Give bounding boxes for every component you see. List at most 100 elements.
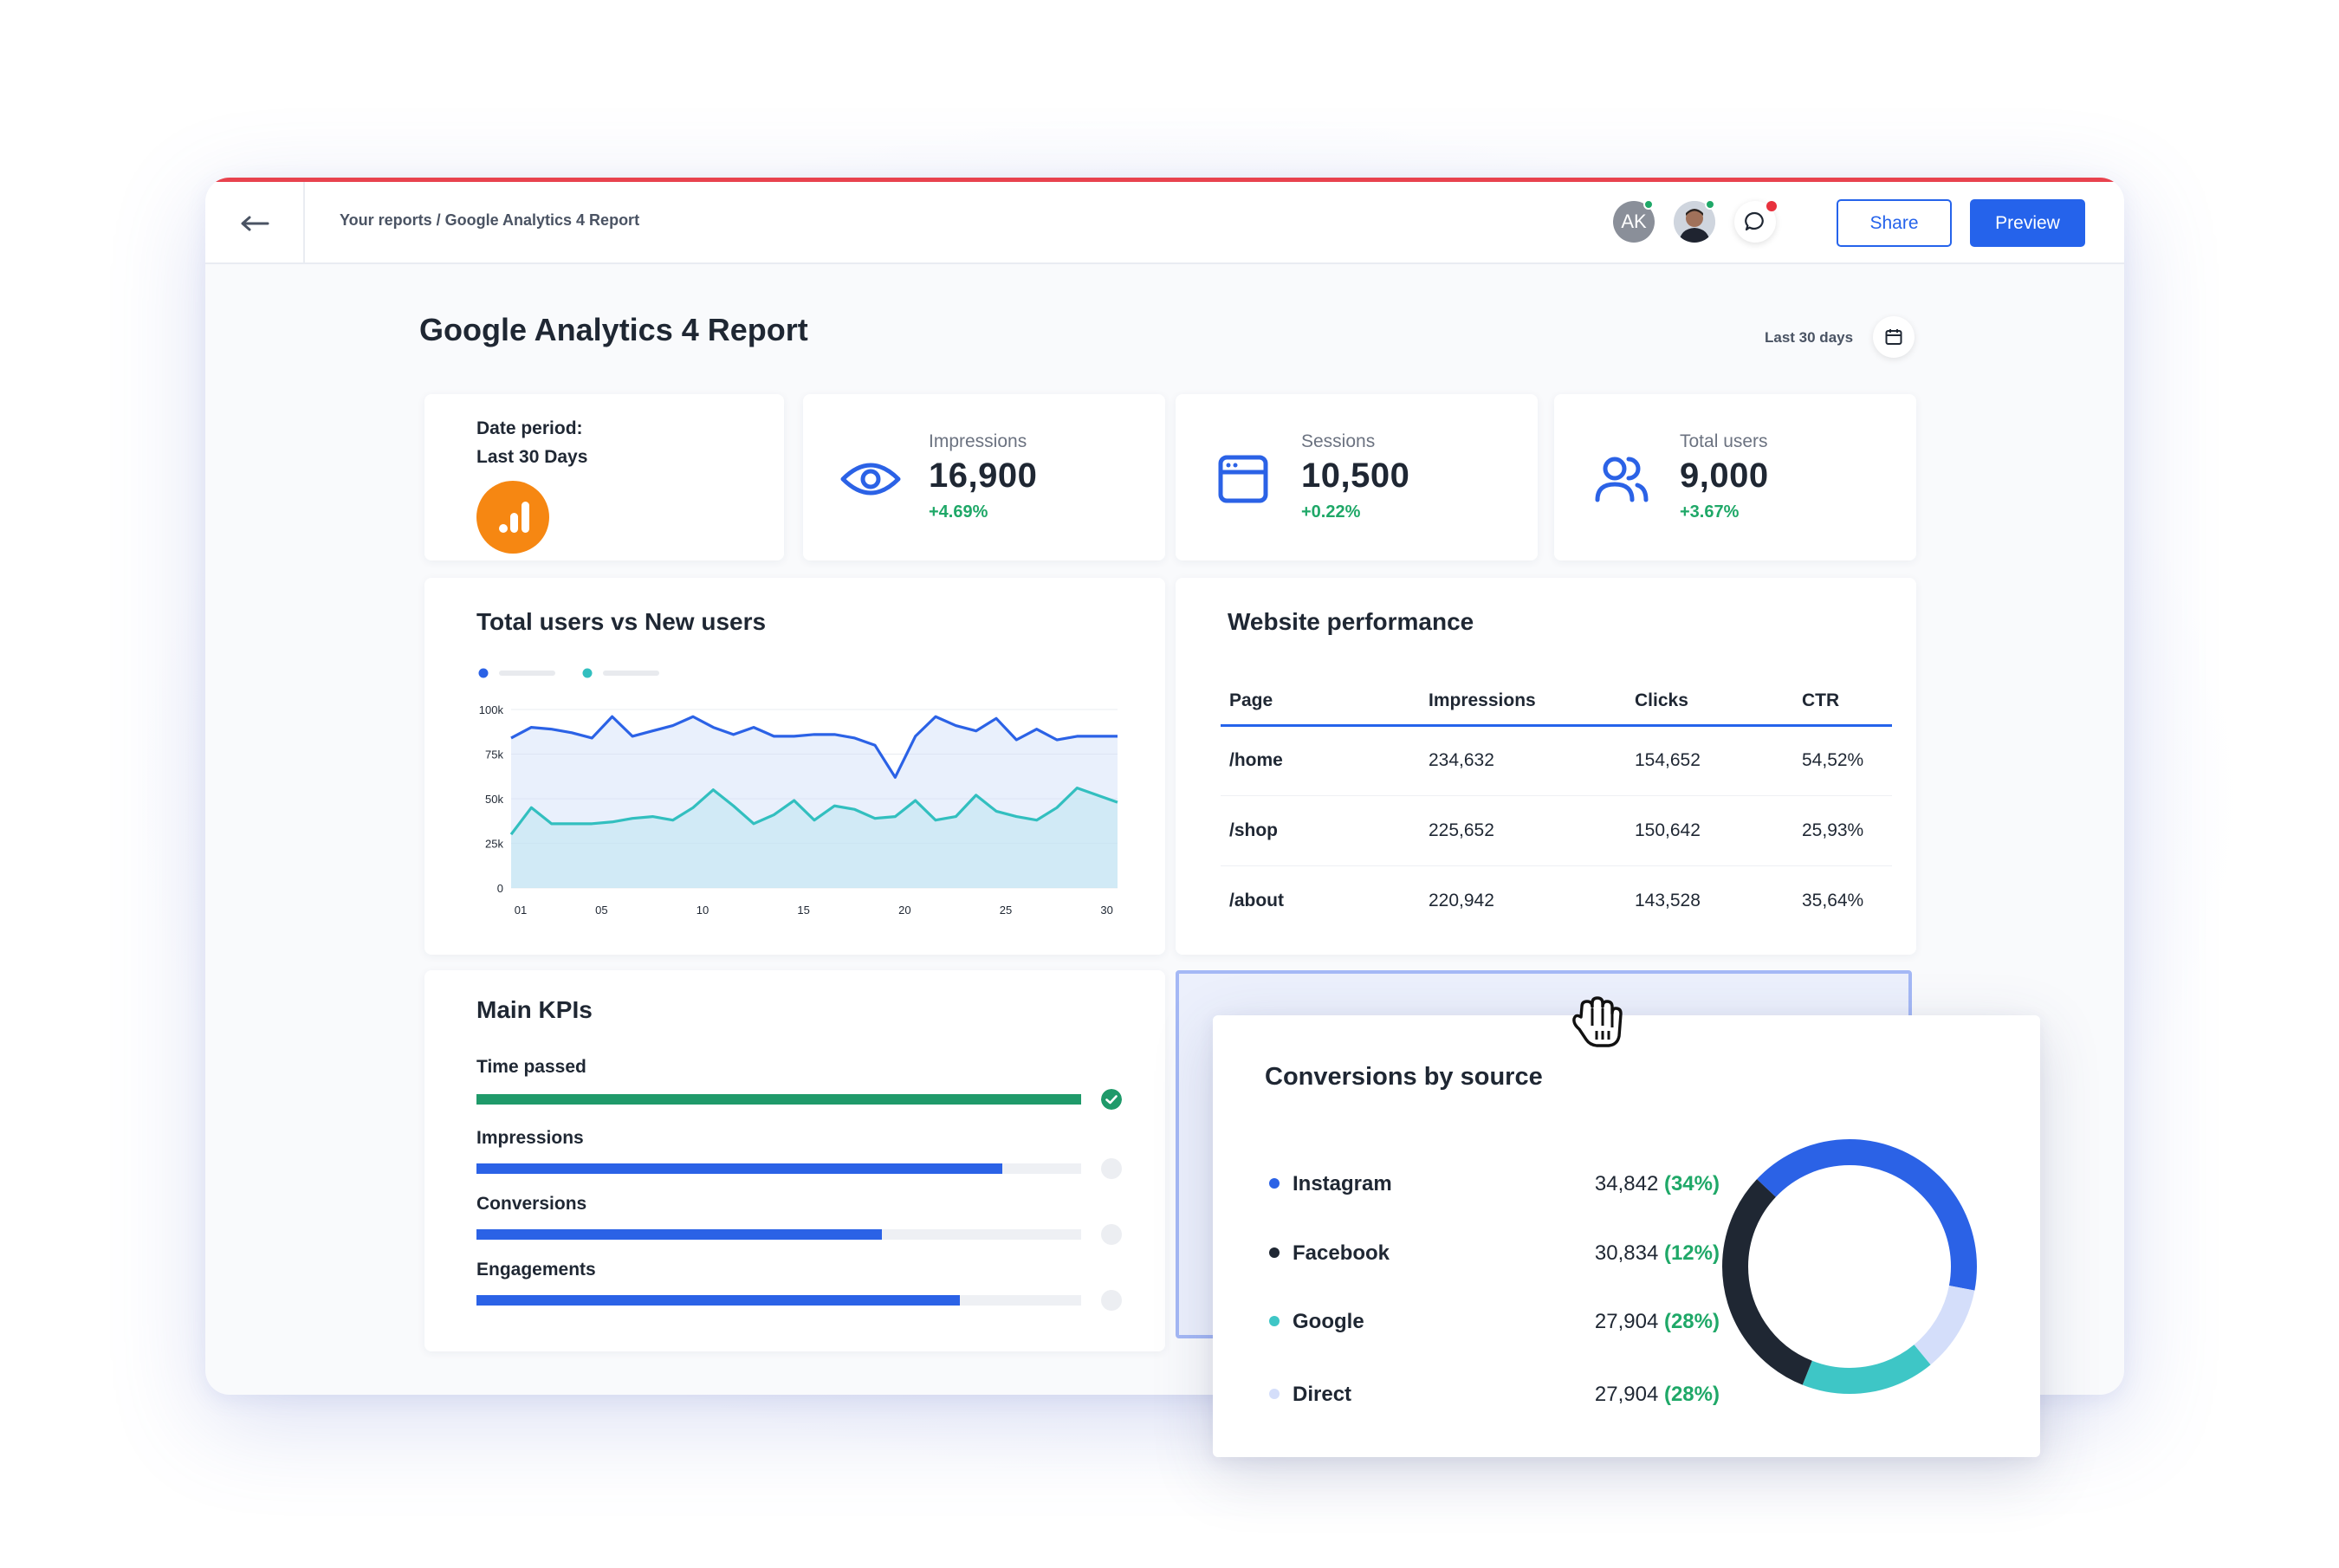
date-period-value: Last 30 Days [476, 447, 588, 467]
kpi-progress-fill [476, 1094, 1081, 1105]
table-cell: 143,528 [1626, 865, 1793, 936]
online-indicator [1705, 199, 1715, 210]
x-tick-label: 10 [697, 904, 709, 917]
legend-dot [1269, 1247, 1280, 1258]
stat-value: 16,900 [929, 457, 1038, 495]
legend-value: 34,842 (34%) [1595, 1172, 1720, 1196]
stat-change: +0.22% [1301, 502, 1361, 522]
kpi-progress-fill [476, 1163, 1003, 1174]
legend-name: Facebook [1293, 1241, 1390, 1265]
preview-button[interactable]: Preview [1970, 199, 2085, 247]
legend-name: Google [1293, 1310, 1364, 1333]
table-row[interactable]: /home 234,632 154,652 54,52% [1221, 725, 1892, 795]
table-cell: 35,64% [1793, 865, 1892, 936]
column-header[interactable]: CTR [1793, 677, 1892, 725]
legend-dot [1269, 1178, 1280, 1189]
y-tick-label: 50k [485, 793, 503, 806]
legend-item-google: Google 27,904 (28%) [1269, 1306, 1720, 1336]
value-number: 27,904 [1594, 1310, 1659, 1333]
chat-bubble-icon [1745, 211, 1764, 231]
legend-value: 30,834 (12%) [1595, 1241, 1720, 1266]
legend-label-placeholder [603, 671, 659, 676]
breadcrumb[interactable]: Your reports / Google Analytics 4 Report [340, 211, 639, 230]
legend-name: Direct [1293, 1383, 1352, 1406]
legend-item-facebook: Facebook 30,834 (12%) [1269, 1238, 1720, 1267]
top-bar: Your reports / Google Analytics 4 Report… [205, 182, 2124, 264]
legend-marker [478, 668, 489, 678]
kpi-label: Impressions [476, 1128, 584, 1148]
kpi-progress-track [476, 1295, 1081, 1306]
table-cell: 220,942 [1420, 865, 1626, 936]
main-kpis-title: Main KPIs [476, 996, 593, 1023]
x-tick-label: 01 [515, 904, 527, 917]
x-tick-label: 30 [1100, 904, 1112, 917]
table-cell: 234,632 [1429, 750, 1494, 770]
legend-marker [582, 668, 593, 678]
conversions-by-source-card[interactable]: Conversions by source Instagram 34,842 (… [1213, 1015, 2040, 1457]
pending-status-icon [1101, 1290, 1122, 1311]
stat-label: Sessions [1301, 431, 1376, 451]
users-icon [1595, 457, 1649, 502]
stat-change: +3.67% [1680, 502, 1740, 522]
arrow-left-icon [241, 216, 269, 230]
date-period-card[interactable]: Date period: Last 30 Days [424, 394, 784, 560]
table-cell: 25,93% [1793, 794, 1892, 865]
website-performance-card[interactable]: Website performance Page Impressions Cli… [1176, 578, 1916, 955]
value-number: 34,842 [1594, 1172, 1659, 1195]
table-cell: 150,642 [1626, 794, 1793, 865]
kpi-label: Engagements [476, 1260, 596, 1280]
impressions-card[interactable]: Impressions 16,900 +4.69% [803, 394, 1165, 560]
conversions-title: Conversions by source [1265, 1063, 1543, 1091]
column-header[interactable]: Page [1221, 677, 1420, 725]
back-button[interactable] [205, 182, 305, 264]
value-percent: (28%) [1663, 1310, 1720, 1333]
kpi-label: Conversions [476, 1194, 587, 1214]
legend-dot [1269, 1389, 1280, 1399]
legend-value: 27,904 (28%) [1595, 1383, 1720, 1407]
stat-value: 9,000 [1680, 457, 1769, 495]
sessions-card[interactable]: Sessions 10,500 +0.22% [1176, 394, 1538, 560]
table-header-row: Page Impressions Clicks CTR [1221, 677, 1892, 725]
total-users-card[interactable]: Total users 9,000 +3.67% [1554, 394, 1916, 560]
table-cell: /about [1221, 865, 1420, 936]
column-header[interactable]: Impressions [1420, 677, 1626, 725]
users-chart-card[interactable]: Total users vs New users 0 25k 50k 75k 100k 0… [424, 578, 1165, 955]
kpi-progress-track [476, 1094, 1081, 1105]
x-tick-label: 20 [898, 904, 910, 917]
x-tick-label: 05 [595, 904, 607, 917]
stat-label: Total users [1680, 431, 1768, 451]
table-cell: 154,652 [1635, 750, 1701, 770]
stat-value: 10,500 [1301, 457, 1410, 495]
page-title: Google Analytics 4 Report [419, 312, 808, 347]
y-tick-label: 25k [485, 838, 503, 851]
y-tick-label: 0 [497, 882, 503, 895]
table-row[interactable]: /about 220,942 143,528 35,64% [1221, 865, 1892, 936]
value-number: 27,904 [1594, 1383, 1659, 1406]
legend-item-instagram: Instagram 34,842 (34%) [1269, 1169, 1720, 1198]
value-percent: (34%) [1663, 1172, 1720, 1195]
main-kpis-card[interactable]: Main KPIs Time passed Impressions Conver… [424, 970, 1165, 1351]
share-button[interactable]: Share [1837, 199, 1952, 247]
date-picker-button[interactable] [1873, 316, 1915, 358]
legend-dot [1269, 1316, 1280, 1326]
stat-label: Impressions [929, 431, 1027, 451]
column-header[interactable]: Clicks [1626, 677, 1793, 725]
kpi-progress-track [476, 1163, 1081, 1174]
kpi-label: Time passed [476, 1057, 586, 1077]
date-period-title: Date period: [476, 418, 583, 438]
website-performance-title: Website performance [1228, 608, 1474, 635]
browser-window-icon [1218, 455, 1268, 503]
grab-cursor-icon [1572, 996, 1623, 1047]
users-line-chart: 0 25k 50k 75k 100k 01 05 10 15 20 25 30 [478, 668, 1118, 917]
table-cell: 225,652 [1420, 794, 1626, 865]
calendar-icon [1885, 329, 1902, 345]
table-cell: /shop [1221, 794, 1420, 865]
table-row[interactable]: /shop 225,652 150,642 25,93% [1221, 794, 1892, 865]
date-range-label[interactable]: Last 30 days [1765, 329, 1853, 347]
legend-label-placeholder [499, 671, 555, 676]
y-tick-label: 75k [485, 748, 503, 761]
notification-dot [1766, 201, 1777, 211]
stat-change: +4.69% [929, 502, 988, 522]
kpi-progress-track [476, 1229, 1081, 1240]
date-period-label: Date period: Last 30 Days [476, 414, 587, 471]
